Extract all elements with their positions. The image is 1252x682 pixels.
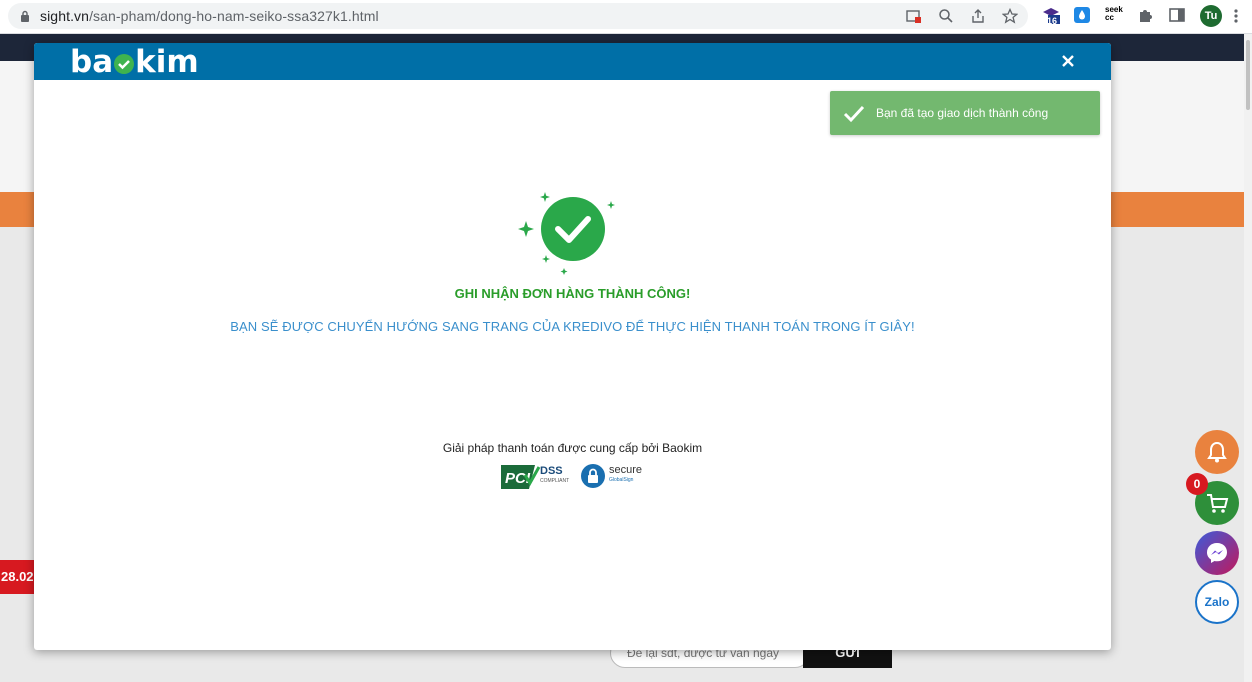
logo-check-icon bbox=[114, 54, 135, 74]
url-text[interactable]: sight.vn/san-pham/dong-ho-nam-seiko-ssa3… bbox=[40, 8, 379, 24]
page-scrollbar[interactable] bbox=[1244, 34, 1252, 682]
side-panel-icon[interactable] bbox=[1168, 6, 1186, 24]
pci-dss-badge: PCI DSS COMPLIANT bbox=[499, 461, 569, 491]
success-check-icon bbox=[518, 192, 615, 275]
secure-text: secure bbox=[609, 464, 643, 476]
profile-avatar[interactable]: Tu bbox=[1200, 5, 1222, 27]
seek-extension-icon[interactable]: seek cc bbox=[1105, 6, 1123, 24]
drop-extension-icon[interactable] bbox=[1073, 6, 1091, 24]
share-icon[interactable] bbox=[970, 8, 986, 24]
zoom-icon[interactable] bbox=[938, 8, 954, 24]
messenger-button[interactable] bbox=[1195, 531, 1239, 575]
payment-modal: ba kim Bạn đã tạo giao dịch thành công GH… bbox=[34, 43, 1111, 650]
zalo-label: Zalo bbox=[1204, 595, 1230, 609]
url-host: sight.vn bbox=[40, 8, 90, 24]
pci-dss-text: DSS bbox=[540, 465, 563, 477]
globalsign-secure-badge: secure GlobalSign bbox=[580, 462, 650, 490]
logo-text-end: kim bbox=[135, 44, 199, 80]
close-icon[interactable] bbox=[1058, 51, 1078, 71]
logo-text-start: ba bbox=[70, 44, 114, 80]
address-bar[interactable]: sight.vn/san-pham/dong-ho-nam-seiko-ssa3… bbox=[8, 3, 1028, 29]
cart-icon bbox=[1207, 494, 1229, 513]
pci-compliant-text: COMPLIANT bbox=[540, 478, 570, 484]
lock-icon[interactable] bbox=[20, 10, 30, 22]
redirect-message: BẠN SẼ ĐƯỢC CHUYỂN HƯỚNG SANG TRANG CỦA … bbox=[230, 319, 915, 334]
success-title: GHI NHẬN ĐƠN HÀNG THÀNH CÔNG! bbox=[454, 286, 691, 301]
toast-check-icon bbox=[843, 105, 865, 123]
puzzle-extensions-icon[interactable] bbox=[1137, 6, 1155, 24]
baokim-logo: ba kim bbox=[70, 45, 199, 79]
messenger-icon bbox=[1207, 543, 1227, 563]
globalsign-text: GlobalSign bbox=[609, 477, 634, 483]
zalo-button[interactable]: Zalo bbox=[1195, 580, 1239, 624]
bell-icon bbox=[1207, 441, 1227, 463]
padlock-icon bbox=[581, 464, 605, 488]
notification-bell-button[interactable] bbox=[1195, 430, 1239, 474]
scrollbar-thumb[interactable] bbox=[1246, 40, 1250, 110]
cart-count-badge: 0 bbox=[1186, 473, 1208, 495]
browser-toolbar: sight.vn/san-pham/dong-ho-nam-seiko-ssa3… bbox=[0, 0, 1252, 34]
extension-badge: 16 bbox=[1047, 16, 1058, 26]
toast-message: Bạn đã tạo giao dịch thành công bbox=[876, 106, 1049, 120]
provided-by-text: Giải pháp thanh toán được cung cấp bởi B… bbox=[442, 441, 703, 455]
bookmark-star-icon[interactable] bbox=[1002, 8, 1018, 24]
success-toast[interactable]: Bạn đã tạo giao dịch thành công bbox=[830, 91, 1100, 135]
menu-kebab-icon[interactable] bbox=[1234, 8, 1238, 24]
url-path: /san-pham/dong-ho-nam-seiko-ssa327k1.htm… bbox=[89, 8, 379, 24]
cast-blocked-icon[interactable] bbox=[906, 8, 922, 24]
modal-header: ba kim bbox=[34, 43, 1111, 80]
